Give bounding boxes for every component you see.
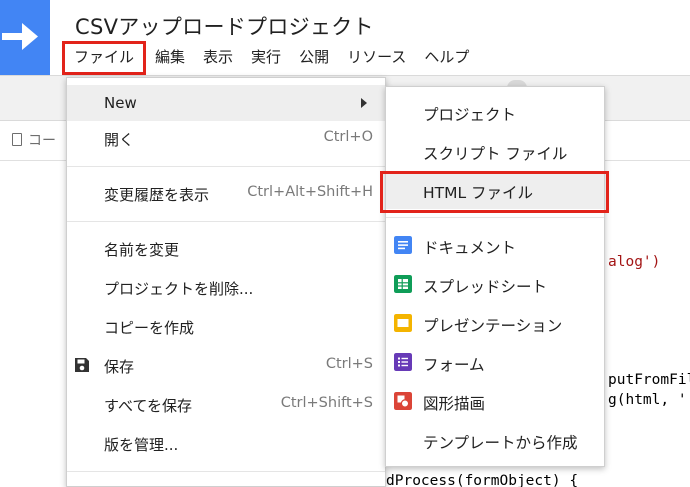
file-tab-label: コー <box>28 133 56 149</box>
code-line: putFromFil <box>608 372 690 388</box>
slides-icon <box>394 314 412 332</box>
menu-item-label: コピーを作成 <box>104 319 195 337</box>
menu-item-shortcut: Ctrl+O <box>323 129 373 145</box>
menu-resources[interactable]: リソース <box>338 41 415 75</box>
menu-separator <box>67 221 385 222</box>
forms-icon <box>394 353 412 371</box>
menu-publish[interactable]: 公開 <box>290 41 338 75</box>
menubar: ファイル 編集 表示 実行 公開 リソース ヘルプ <box>62 41 478 75</box>
menu-item-delete-project[interactable]: プロジェクトを削除... <box>67 269 385 305</box>
menu-item-manage-versions[interactable]: 版を管理... <box>67 425 385 461</box>
submenu-item-label: スクリプト ファイル <box>423 145 568 163</box>
menu-view[interactable]: 表示 <box>194 41 242 75</box>
menu-item-label: 版を管理... <box>104 436 179 454</box>
submenu-item-from-template[interactable]: テンプレートから作成 <box>386 421 604 459</box>
new-submenu: プロジェクト スクリプト ファイル HTML ファイル ドキュメント スプレッド… <box>385 86 605 467</box>
menu-item-label: プロジェクトを削除... <box>104 280 254 298</box>
submenu-item-label: テンプレートから作成 <box>423 434 578 452</box>
menu-item-label: 開く <box>104 131 135 149</box>
menu-item-revision-history[interactable]: 変更履歴を表示 Ctrl+Alt+Shift+H <box>67 175 385 211</box>
menu-item-shortcut: Ctrl+Shift+S <box>280 395 373 411</box>
sheets-icon <box>394 275 412 293</box>
menu-item-label: New <box>104 94 137 112</box>
submenu-item-label: フォーム <box>423 356 485 374</box>
drawings-icon <box>394 392 412 410</box>
file-tab[interactable]: コー <box>12 130 56 150</box>
menu-separator <box>386 217 604 218</box>
menu-run[interactable]: 実行 <box>242 41 290 75</box>
submenu-item-label: スプレッドシート <box>423 278 548 296</box>
file-menu: New 開く Ctrl+O 変更履歴を表示 Ctrl+Alt+Shift+H 名… <box>66 77 386 487</box>
submenu-item-label: ドキュメント <box>423 239 517 257</box>
menu-item-save-all[interactable]: すべてを保存 Ctrl+Shift+S <box>67 386 385 422</box>
menu-file[interactable]: ファイル <box>62 41 147 75</box>
submenu-item-project[interactable]: プロジェクト <box>386 93 604 131</box>
submenu-item-presentation[interactable]: プレゼンテーション <box>386 304 604 342</box>
submenu-item-label: プロジェクト <box>423 106 517 124</box>
code-line: alog') <box>608 254 661 270</box>
submenu-arrow-icon <box>361 98 367 108</box>
menu-edit[interactable]: 編集 <box>146 41 194 75</box>
submenu-item-spreadsheet[interactable]: スプレッドシート <box>386 265 604 303</box>
arrow-right-icon <box>2 23 38 50</box>
project-title[interactable]: CSVアップロードプロジェクト <box>75 11 374 41</box>
menu-separator <box>67 166 385 167</box>
menu-item-open[interactable]: 開く Ctrl+O <box>67 120 385 156</box>
menu-help[interactable]: ヘルプ <box>415 41 478 75</box>
submenu-item-script-file[interactable]: スクリプト ファイル <box>386 132 604 170</box>
menu-item-label: すべてを保存 <box>104 397 193 415</box>
menu-item-label: 保存 <box>104 358 135 376</box>
code-line: dProcess(formObject) { <box>386 473 579 487</box>
docs-icon <box>394 236 412 254</box>
menu-item-shortcut: Ctrl+S <box>325 356 373 372</box>
menu-item-rename[interactable]: 名前を変更 <box>67 230 385 266</box>
save-icon <box>75 358 89 372</box>
code-line: g(html, ' <box>608 392 687 408</box>
app-logo[interactable] <box>0 0 50 75</box>
submenu-item-form[interactable]: フォーム <box>386 343 604 381</box>
menu-separator <box>67 471 385 472</box>
menu-item-new[interactable]: New <box>67 85 385 121</box>
menu-item-label: 名前を変更 <box>104 241 180 259</box>
menu-item-label: 変更履歴を表示 <box>104 186 210 204</box>
submenu-item-drawing[interactable]: 図形描画 <box>386 382 604 420</box>
submenu-item-document[interactable]: ドキュメント <box>386 226 604 264</box>
menu-item-make-copy[interactable]: コピーを作成 <box>67 308 385 344</box>
menu-item-save[interactable]: 保存 Ctrl+S <box>67 347 385 383</box>
highlight-annotation <box>380 171 609 213</box>
submenu-item-label: 図形描画 <box>423 395 486 413</box>
submenu-item-label: プレゼンテーション <box>423 317 563 335</box>
menu-item-shortcut: Ctrl+Alt+Shift+H <box>247 184 373 200</box>
document-icon <box>12 133 22 146</box>
